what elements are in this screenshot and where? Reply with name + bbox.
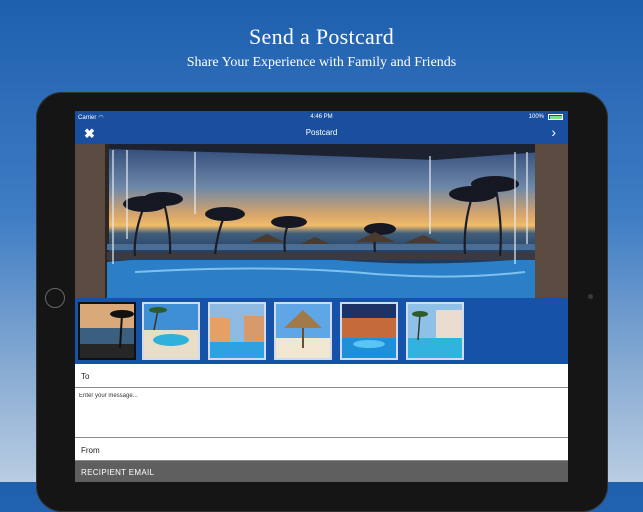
resort-pool-sunset-illustration bbox=[75, 144, 568, 298]
beach-sunset-thumb-art bbox=[80, 304, 134, 358]
message-input[interactable] bbox=[79, 393, 564, 433]
app-screen: Carrier ◠ 4:46 PM 100% ✖ Postcard › To E… bbox=[75, 111, 568, 482]
to-field[interactable]: To bbox=[75, 364, 568, 388]
from-label: From bbox=[81, 446, 100, 455]
photo-thumbnail-strip bbox=[75, 298, 568, 364]
home-button bbox=[45, 288, 65, 308]
battery-icon bbox=[548, 114, 563, 120]
thumbnail-thatched-hut[interactable] bbox=[274, 302, 332, 360]
night-pool-thumb-art bbox=[342, 304, 396, 358]
thumbnail-pool-loungers[interactable] bbox=[142, 302, 200, 360]
status-time: 4:46 PM bbox=[310, 114, 333, 120]
camera-dot bbox=[588, 294, 593, 299]
page-subtitle: Share Your Experience with Family and Fr… bbox=[186, 55, 457, 70]
recipient-email-section-header: RECIPIENT EMAIL bbox=[75, 461, 568, 482]
recipient-email-label: RECIPIENT EMAIL bbox=[81, 468, 155, 477]
thumbnail-beach-sunset[interactable] bbox=[78, 302, 136, 360]
to-label: To bbox=[81, 372, 90, 381]
thatched-hut-thumb-art bbox=[276, 304, 330, 358]
postcard-hero-image bbox=[75, 144, 568, 298]
message-field bbox=[75, 388, 568, 438]
thumbnail-resort-pool[interactable] bbox=[208, 302, 266, 360]
battery-percent: 100% bbox=[528, 114, 544, 120]
nav-title: Postcard bbox=[305, 128, 338, 137]
page-title: Send a Postcard bbox=[248, 24, 395, 49]
pool-loungers-thumb-art bbox=[144, 304, 198, 358]
status-bar: Carrier ◠ 4:46 PM 100% bbox=[75, 111, 568, 123]
thumbnail-pool-courtyard[interactable] bbox=[406, 302, 464, 360]
resort-pool-thumb-art bbox=[210, 304, 264, 358]
from-field[interactable]: From bbox=[75, 438, 568, 461]
chevron-right-icon[interactable]: › bbox=[551, 124, 556, 140]
nav-bar: ✖ Postcard › bbox=[75, 123, 568, 144]
pool-courtyard-thumb-art bbox=[408, 304, 462, 358]
thumbnail-night-pool[interactable] bbox=[340, 302, 398, 360]
